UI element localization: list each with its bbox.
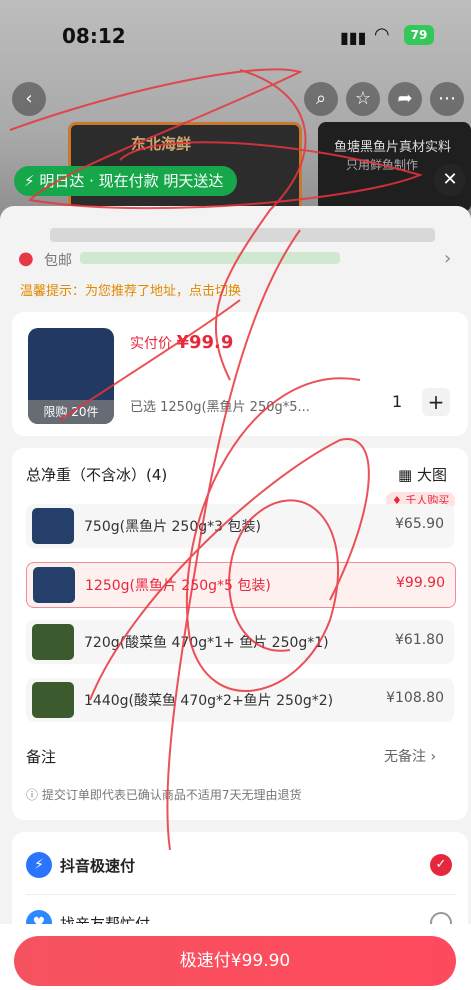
spec-option-selected[interactable]: 1250g(黑鱼片 250g*5 包装) ¥99.90 bbox=[26, 562, 456, 608]
selected-spec[interactable]: 已选 1250g(黑鱼片 250g*5... bbox=[130, 396, 310, 415]
option-image bbox=[33, 567, 75, 603]
blurred-address-detail bbox=[80, 252, 340, 264]
product-card: 限购 20件 实付价 ¥99.9 已选 1250g(黑鱼片 250g*5... … bbox=[12, 312, 468, 436]
divider bbox=[26, 894, 456, 895]
radio-checked-icon[interactable]: ✓ bbox=[430, 854, 452, 876]
pay-button[interactable]: 极速付¥99.90 bbox=[14, 936, 456, 986]
status-bar: 08:12 ▮▮▮ ◠ 79 bbox=[0, 18, 471, 54]
back-icon: ‹ bbox=[25, 88, 33, 109]
note-entry[interactable]: 无备注 › bbox=[384, 746, 436, 766]
payment-method-name: 抖音极速付 bbox=[60, 855, 135, 876]
spec-option[interactable]: 750g(黑鱼片 250g*3 包装) ¥65.90 bbox=[26, 504, 454, 548]
share-icon: ➦ bbox=[397, 88, 413, 109]
search-icon: ⌕ bbox=[315, 88, 327, 109]
close-button[interactable]: ✕ bbox=[434, 164, 466, 196]
option-image bbox=[32, 682, 74, 718]
address-tip[interactable]: 温馨提示：为您推荐了地址，点击切换 bbox=[20, 280, 241, 299]
signal-icon: ▮▮▮ bbox=[340, 28, 367, 47]
more-icon: ⋯ bbox=[438, 88, 456, 109]
option-label: 750g(黑鱼片 250g*3 包装) bbox=[84, 519, 261, 535]
spec-options-card: 总净重（不含冰）(4) ▦ 大图 ♦ 千人购买 750g(黑鱼片 250g*3 … bbox=[12, 448, 468, 820]
quantity-plus-button[interactable]: + bbox=[422, 388, 450, 416]
wifi-icon: ◠ bbox=[374, 24, 390, 45]
delivery-pill-text: 明日达 · 现在付款 明天送达 bbox=[39, 172, 224, 190]
delivery-pill: ⚡ 明日达 · 现在付款 明天送达 bbox=[14, 166, 238, 196]
option-image bbox=[32, 508, 74, 544]
blurred-address bbox=[50, 228, 435, 242]
big-image-label: 大图 bbox=[416, 466, 447, 484]
spec-header: 总净重（不含冰）(4) bbox=[26, 466, 168, 484]
option-price: ¥65.90 bbox=[395, 516, 444, 532]
postage-label: 包邮 bbox=[44, 253, 72, 269]
checkout-footer: 极速付¥99.90 bbox=[0, 924, 471, 990]
close-icon: ✕ bbox=[442, 169, 458, 190]
option-price: ¥108.80 bbox=[386, 690, 444, 706]
big-image-toggle[interactable]: ▦ 大图 bbox=[398, 464, 447, 485]
grid-icon: ▦ bbox=[398, 466, 417, 484]
back-button[interactable]: ‹ bbox=[12, 82, 46, 116]
note-label: 备注 bbox=[26, 748, 57, 766]
star-icon: ☆ bbox=[354, 88, 372, 109]
price-value: ¥99.9 bbox=[176, 332, 234, 353]
banner-title: 东北海鲜 bbox=[131, 135, 192, 153]
payment-method-label: 抖音极速付 bbox=[60, 857, 136, 875]
chevron-right-icon: › bbox=[430, 749, 437, 765]
purchase-limit: 限购 20件 bbox=[28, 400, 114, 424]
price-label-text: 实付价 bbox=[130, 336, 172, 352]
chevron-right-icon: › bbox=[444, 248, 452, 269]
battery-indicator: 79 bbox=[404, 25, 434, 45]
option-price: ¥61.80 bbox=[395, 632, 444, 648]
option-price: ¥99.90 bbox=[396, 575, 445, 591]
actual-price: 实付价 ¥99.9 bbox=[130, 332, 233, 353]
return-disclaimer: ⓘ 提交订单即代表已确认商品不适用7天无理由退货 bbox=[26, 786, 301, 803]
location-pin-icon: ● bbox=[18, 248, 34, 269]
payment-method[interactable]: ⚡ 抖音极速付 ✓ bbox=[26, 846, 456, 886]
banner-title: 鱼塘黑鱼片真材实料 bbox=[334, 140, 452, 155]
order-sheet: ● 包邮 › 温馨提示：为您推荐了地址，点击切换 限购 20件 实付价 ¥99.… bbox=[0, 206, 471, 990]
share-button[interactable]: ➦ bbox=[388, 82, 422, 116]
product-thumbnail[interactable]: 限购 20件 bbox=[28, 328, 114, 424]
search-button[interactable]: ⌕ bbox=[304, 82, 338, 116]
option-label: 720g(酸菜鱼 470g*1+ 鱼片 250g*1) bbox=[84, 635, 329, 651]
more-button[interactable]: ⋯ bbox=[430, 82, 464, 116]
favorite-button[interactable]: ☆ bbox=[346, 82, 380, 116]
option-label: 1250g(黑鱼片 250g*5 包装) bbox=[85, 578, 271, 594]
info-icon: ⓘ bbox=[26, 788, 42, 802]
note-value: 无备注 bbox=[384, 749, 426, 765]
douyin-pay-icon: ⚡ bbox=[26, 852, 52, 878]
spec-option[interactable]: 720g(酸菜鱼 470g*1+ 鱼片 250g*1) ¥61.80 bbox=[26, 620, 454, 664]
lightning-icon: ⚡ bbox=[24, 172, 35, 190]
option-image bbox=[32, 624, 74, 660]
status-time: 08:12 bbox=[62, 24, 126, 48]
disclaimer-text: 提交订单即代表已确认商品不适用7天无理由退货 bbox=[41, 788, 302, 802]
quantity-value: 1 bbox=[392, 392, 403, 411]
banner-subtitle: 只用鲜鱼制作 bbox=[346, 158, 419, 172]
option-label: 1440g(酸菜鱼 470g*2+鱼片 250g*2) bbox=[84, 693, 334, 709]
spec-option[interactable]: 1440g(酸菜鱼 470g*2+鱼片 250g*2) ¥108.80 bbox=[26, 678, 454, 722]
